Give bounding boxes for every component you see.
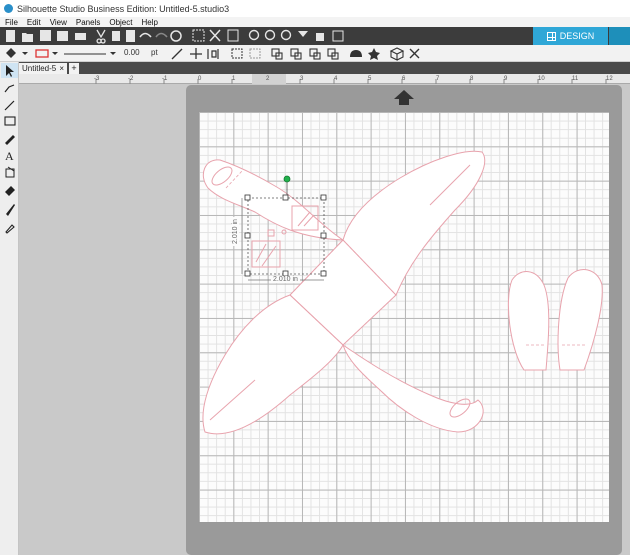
app-window: Silhouette Studio Business Edition: Unti… — [0, 0, 630, 555]
bottom-right-flap[interactable] — [342, 343, 484, 433]
left-bunny-ear[interactable] — [507, 271, 550, 371]
width-dimension-label: 2.010 in — [271, 276, 300, 283]
right-bunny-ear[interactable] — [557, 269, 603, 371]
box-template[interactable] — [202, 150, 603, 435]
design-canvas[interactable] — [0, 0, 630, 555]
height-dimension-label: 2.010 in — [232, 217, 239, 246]
rotate-handle[interactable] — [283, 175, 291, 183]
